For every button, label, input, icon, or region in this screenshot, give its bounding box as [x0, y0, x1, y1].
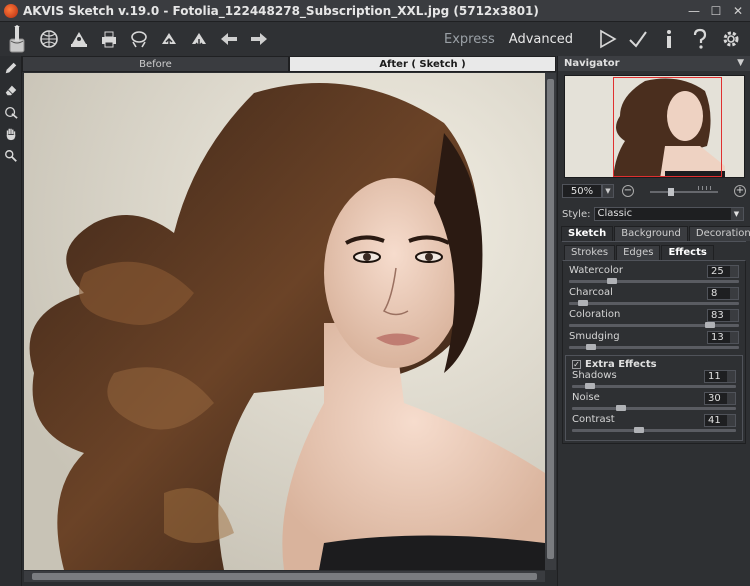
style-label: Style:: [562, 208, 591, 220]
contrast-input[interactable]: 41: [704, 414, 736, 427]
navigator-preview[interactable]: [563, 75, 745, 178]
collapse-icon[interactable]: ▼: [737, 56, 744, 71]
zoom-icon[interactable]: [0, 146, 22, 166]
info-icon[interactable]: [658, 28, 680, 50]
settings-icon[interactable]: [720, 28, 742, 50]
param-label: Shadows: [572, 370, 617, 381]
tab-effects[interactable]: Effects: [661, 245, 714, 260]
param-label: Watercolor: [569, 265, 623, 276]
minimize-icon[interactable]: —: [686, 3, 702, 19]
style-row: Style: Classic ▼: [558, 206, 750, 222]
smudging-slider[interactable]: [569, 344, 739, 350]
maximize-icon[interactable]: ☐: [708, 3, 724, 19]
main-tabs: Sketch Background Decoration: [558, 226, 750, 241]
open-image-icon[interactable]: [38, 28, 60, 50]
horizontal-scrollbar[interactable]: [24, 571, 545, 582]
share-icon[interactable]: [128, 28, 150, 50]
tab-background[interactable]: Background: [614, 226, 688, 241]
tab-decoration[interactable]: Decoration: [688, 226, 750, 241]
save-image-icon[interactable]: [68, 28, 90, 50]
param-noise: Noise 30: [568, 392, 740, 414]
vertical-scrollbar[interactable]: [545, 73, 556, 570]
undo-icon[interactable]: [218, 28, 240, 50]
param-smudging: Smudging 13: [565, 331, 743, 353]
apply-icon[interactable]: [627, 28, 649, 50]
load-preset-icon[interactable]: [158, 28, 180, 50]
plus-icon[interactable]: +: [734, 185, 746, 197]
image-canvas[interactable]: [24, 73, 545, 570]
param-contrast: Contrast 41: [568, 414, 740, 436]
param-watercolor: Watercolor 25: [565, 265, 743, 287]
hand-icon[interactable]: [0, 124, 22, 144]
tab-after[interactable]: After ( Sketch ): [289, 56, 556, 72]
watercolor-slider[interactable]: [569, 278, 739, 284]
navigator-view-frame[interactable]: [612, 77, 722, 177]
brush-icon[interactable]: [0, 102, 22, 122]
sub-tabs: Strokes Edges Effects: [558, 245, 750, 260]
extra-effects-title: Extra Effects: [585, 358, 657, 370]
param-label: Charcoal: [569, 287, 613, 298]
tab-strokes[interactable]: Strokes: [564, 245, 616, 260]
coloration-input[interactable]: 83: [707, 309, 739, 322]
minus-icon[interactable]: −: [622, 185, 634, 197]
zoom-row: 50% ▼ − +: [558, 182, 750, 200]
tool-strip: [0, 56, 22, 586]
canvas-tabs: Before After ( Sketch ): [22, 56, 556, 72]
noise-input[interactable]: 30: [704, 392, 736, 405]
toolbar: Express Advanced: [0, 22, 750, 56]
param-label: Contrast: [572, 414, 615, 425]
redo-icon[interactable]: [248, 28, 270, 50]
chevron-down-icon: ▼: [730, 208, 743, 220]
brush-logo-icon: [6, 25, 28, 53]
tab-sketch[interactable]: Sketch: [561, 226, 614, 241]
param-shadows: Shadows 11: [568, 370, 740, 392]
style-value: Classic: [597, 208, 633, 219]
noise-slider[interactable]: [572, 405, 736, 411]
app-logo-icon: [4, 3, 18, 18]
param-label: Smudging: [569, 331, 620, 342]
charcoal-input[interactable]: 8: [707, 287, 739, 300]
settings-panel: Navigator ▼ 50% ▼ − + Style: Classic ▼ S…: [557, 56, 750, 586]
style-select[interactable]: Classic ▼: [593, 207, 744, 221]
advanced-mode-button[interactable]: Advanced: [509, 32, 573, 47]
extra-effects-group: ✓ Extra Effects Shadows 11 Noise 30 Cont…: [565, 355, 743, 441]
param-coloration: Coloration 83: [565, 309, 743, 331]
shadows-slider[interactable]: [572, 383, 736, 389]
navigator-header: Navigator ▼: [558, 56, 750, 71]
contrast-slider[interactable]: [572, 427, 736, 433]
param-label: Coloration: [569, 309, 621, 320]
tab-before[interactable]: Before: [22, 56, 289, 72]
close-icon[interactable]: ✕: [730, 3, 746, 19]
smudging-input[interactable]: 13: [707, 331, 739, 344]
help-icon[interactable]: [689, 28, 711, 50]
navigator-title: Navigator: [564, 58, 620, 69]
extra-effects-checkbox[interactable]: ✓: [572, 359, 581, 369]
watercolor-input[interactable]: 25: [707, 265, 739, 278]
eraser-icon[interactable]: [0, 80, 22, 100]
param-label: Noise: [572, 392, 600, 403]
print-icon[interactable]: [98, 28, 120, 50]
zoom-dropdown-icon[interactable]: ▼: [602, 184, 614, 198]
zoom-input[interactable]: 50%: [562, 184, 602, 198]
effects-params: Watercolor 25 Charcoal 8 Coloration 83 S…: [562, 260, 746, 444]
tab-edges[interactable]: Edges: [616, 245, 661, 260]
save-preset-icon[interactable]: [188, 28, 210, 50]
window-title: AKVIS Sketch v.19.0 - Fotolia_122448278_…: [23, 3, 539, 18]
express-mode-button[interactable]: Express: [444, 32, 495, 47]
shadows-input[interactable]: 11: [704, 370, 736, 383]
sketch-result-image: [24, 73, 545, 570]
title-bar: AKVIS Sketch v.19.0 - Fotolia_122448278_…: [0, 0, 750, 22]
charcoal-slider[interactable]: [569, 300, 739, 306]
pencil-icon[interactable]: [0, 58, 22, 78]
zoom-slider[interactable]: [638, 186, 730, 196]
run-icon[interactable]: [596, 28, 618, 50]
param-charcoal: Charcoal 8: [565, 287, 743, 309]
coloration-slider[interactable]: [569, 322, 739, 328]
